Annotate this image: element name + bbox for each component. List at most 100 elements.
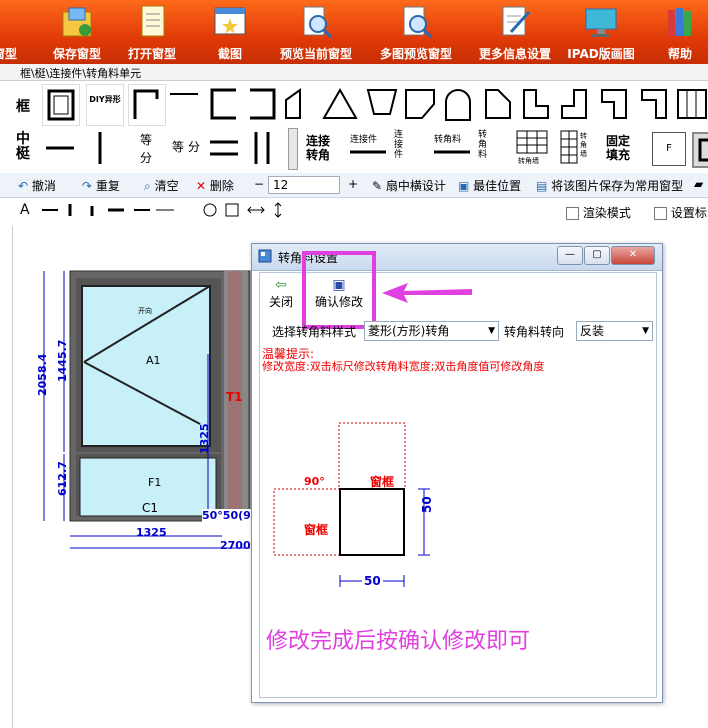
dim-total-height[interactable]: 2058.4 <box>36 354 49 396</box>
maximize-icon: ▢ <box>592 249 602 260</box>
main-ribbon: 窗型 保存窗型 打开窗型 截图 预览当前窗型 <box>0 0 708 64</box>
sash-label-a1: A1 <box>146 354 161 367</box>
close-button[interactable]: ⇦ 关闭 <box>264 277 298 313</box>
save-folder-icon <box>62 7 92 37</box>
frame-reverse-c-shape[interactable] <box>244 84 280 124</box>
style-select[interactable]: 菱形(方形)转角 ▼ <box>364 321 499 341</box>
books-icon <box>668 8 691 36</box>
open-window-button[interactable]: 打开窗型 <box>116 0 188 64</box>
dim-lower-height[interactable]: 612.7 <box>56 461 69 496</box>
direction-select[interactable]: 反装 ▼ <box>576 321 653 341</box>
f-button[interactable]: F <box>652 132 686 166</box>
frame-corner-shape[interactable] <box>636 84 672 124</box>
frame-l-reverse-shape[interactable] <box>556 84 592 124</box>
monitor-icon <box>585 8 617 37</box>
corner-material-dialog: 转角料设置 — ▢ ✕ ⇦ 关闭 ▣ 确认修改 选择转角料样式 菱形(方形)转角 <box>251 243 663 703</box>
frame-shapes-row: DIY异形 <box>38 84 708 128</box>
multi-preview-button[interactable]: 多图预览窗型 <box>368 0 464 64</box>
dim-width-1[interactable]: 1325 <box>136 526 167 539</box>
save-common-button[interactable]: ▤ 将该图片保存为常用窗型 <box>536 177 683 193</box>
screenshot-icon <box>214 7 246 35</box>
ribbon-partial-button[interactable]: 窗型 <box>0 0 20 64</box>
fan-design-icon: ✎ <box>372 179 383 193</box>
corner-dim-label[interactable]: 50°50(90 <box>202 509 259 522</box>
more-settings-button[interactable]: 更多信息设置 <box>470 0 560 64</box>
fan-design-button[interactable]: ✎ 扇中横设计 <box>372 177 446 193</box>
frame-row-label: 框 <box>16 99 30 115</box>
render-mode-checkbox[interactable]: 渲染模式 <box>566 204 631 221</box>
shape-tools[interactable] <box>200 202 290 218</box>
set-label-checkbox[interactable]: 设置标 <box>654 204 707 221</box>
size-minus-button[interactable]: − <box>254 177 264 193</box>
corner-wall-v-button[interactable]: 转角墙 <box>560 128 596 168</box>
mullion-double-vertical[interactable] <box>244 128 280 168</box>
diy-shape-button[interactable]: DIY异形 <box>86 84 124 126</box>
line-tools[interactable] <box>40 202 180 218</box>
preview-current-button[interactable]: 预览当前窗型 <box>268 0 364 64</box>
text-tool[interactable]: A <box>20 202 30 218</box>
mullion-vertical-shape[interactable] <box>82 128 118 168</box>
exit-icon: ⇦ <box>275 277 287 293</box>
close-icon: ✕ <box>628 249 638 260</box>
selected-frame-button[interactable] <box>692 132 708 168</box>
mullion-equal-horizontal[interactable]: 等 分 <box>124 128 168 168</box>
dialog-body: ⇦ 关闭 ▣ 确认修改 选择转角料样式 菱形(方形)转角 ▼ 转角料转向 反装 … <box>259 251 657 698</box>
close-window-button[interactable]: ✕ <box>611 246 655 265</box>
frame-c-shape[interactable] <box>206 84 242 124</box>
clear-button[interactable]: ⌕ 清空 <box>144 177 179 193</box>
frame-arch-shape[interactable] <box>440 84 476 124</box>
connector-h-button[interactable]: 连接件 <box>348 128 388 168</box>
folder-icon[interactable]: ▰ <box>694 177 708 193</box>
save-window-button[interactable]: 保存窗型 <box>38 0 116 64</box>
dim-width-total[interactable]: 2700 <box>220 539 251 552</box>
ipad-draw-button[interactable]: IPAD版画图 <box>562 0 640 64</box>
frame-open-shape[interactable] <box>128 84 166 126</box>
sash-open-hint: 开向 <box>138 307 152 315</box>
frame-step-shape[interactable] <box>596 84 632 124</box>
corner-material-h-button[interactable]: 转角料 <box>432 128 472 168</box>
screenshot-button[interactable]: 截图 <box>198 0 262 64</box>
redo-button[interactable]: ↷ 重复 <box>82 177 120 193</box>
undo-button[interactable]: ↶ 撤消 <box>18 177 56 193</box>
frame-trapezoid-shape[interactable] <box>282 84 318 124</box>
mullion-row-scroll[interactable] <box>288 128 298 170</box>
frame-bevel-shape[interactable] <box>364 84 400 124</box>
corner-material-v-button[interactable]: 转角料 <box>476 128 494 168</box>
size-plus-button[interactable]: + <box>348 177 358 193</box>
frame-rounded-shape[interactable] <box>480 84 516 124</box>
angle-value[interactable]: 90° <box>304 475 325 488</box>
size-input[interactable]: 12 <box>268 176 340 194</box>
maximize-button[interactable]: ▢ <box>584 246 610 265</box>
open-document-icon <box>141 5 165 37</box>
delete-icon: ✕ <box>196 179 207 193</box>
frame-skew-shape[interactable] <box>402 84 438 124</box>
dim-upper-height[interactable]: 1445.7 <box>56 340 69 382</box>
connector-v-button[interactable]: 连接件 <box>392 128 410 168</box>
position-icon: ▣ <box>458 179 470 193</box>
connector-corner-button[interactable]: 连接转角 <box>304 128 340 168</box>
undo-icon: ↶ <box>18 179 29 193</box>
frame-rect-shape[interactable] <box>42 84 80 126</box>
minimize-button[interactable]: — <box>557 246 583 265</box>
fixed-fill-button[interactable]: 固定填充 <box>604 128 640 168</box>
mullion-horizontal-shape[interactable] <box>42 128 78 168</box>
mullion-double-horizontal[interactable] <box>206 128 242 168</box>
instruction-text: 修改完成后按确认修改即可 <box>266 629 531 654</box>
best-position-button[interactable]: ▣ 最佳位置 <box>458 177 521 193</box>
app-icon <box>258 249 272 263</box>
magnifier-document-icon <box>403 6 433 39</box>
frame-line-shape[interactable] <box>166 84 202 124</box>
frame-triangle-shape[interactable] <box>322 84 358 124</box>
dim-inner-height[interactable]: 1325 <box>198 423 211 454</box>
dim-bottom-value[interactable]: 50 <box>362 574 383 588</box>
frame-l-shape[interactable] <box>518 84 554 124</box>
confirm-modify-button[interactable]: ▣ 确认修改 <box>308 277 370 313</box>
dim-right-value[interactable]: 50 <box>420 496 434 513</box>
mullion-equal-vertical[interactable]: 等 分 <box>170 128 206 168</box>
corner-wall-h-button[interactable]: 转角墙 <box>514 128 550 168</box>
direction-label: 转角料转向 <box>504 325 565 339</box>
frame-grid-shape[interactable] <box>674 84 708 124</box>
delete-button[interactable]: ✕ 删除 <box>196 177 234 193</box>
help-button[interactable]: 帮助 <box>650 0 708 64</box>
component-tab-label[interactable]: 框\梃\连接件\转角料单元 <box>20 65 141 81</box>
